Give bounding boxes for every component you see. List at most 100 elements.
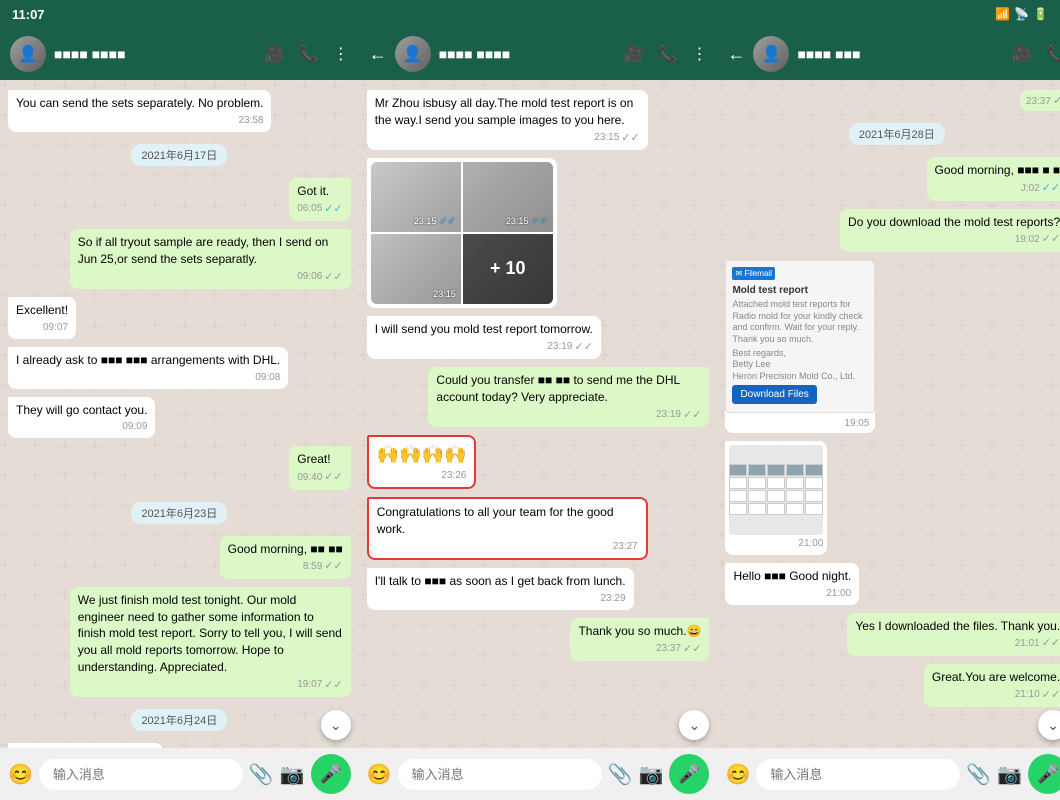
msg-row: Great! 09:40 ✓✓ <box>8 446 351 489</box>
photo-cell[interactable]: 23:15 <box>371 234 461 304</box>
msg-text: I already ask to ■■■ ■■■ arrangements wi… <box>16 353 280 367</box>
msg-row: 23:37✓ <box>725 90 1060 111</box>
bubble: Hello ■■■ Good night. 21:00 <box>725 563 859 605</box>
message-input-3[interactable] <box>756 759 960 790</box>
back-btn-3[interactable]: ← <box>727 44 745 65</box>
ss-cell <box>767 503 785 515</box>
video-call-icon-2[interactable]: 🎥 <box>624 44 644 64</box>
chat-header-3: ← 👤 ■■■■ ■■■ 🎥 📞 <box>717 28 1060 80</box>
ss-cell <box>767 477 785 489</box>
attach-icon-3[interactable]: 📎 <box>966 762 991 787</box>
status-icons: 📶 📡 🔋 <box>995 7 1048 21</box>
bubble: Excellent! 09:07 <box>8 297 76 339</box>
attach-icon[interactable]: 📎 <box>249 762 274 787</box>
call-icon-3[interactable]: 📞 <box>1046 44 1060 64</box>
battery-icon: 🔋 <box>1033 7 1048 21</box>
scroll-down-btn[interactable]: ⌄ <box>321 710 351 740</box>
msg-text: I'll talk to ■■■ as soon as I get back f… <box>375 574 626 588</box>
more-icon-2[interactable]: ⋮ <box>691 44 707 64</box>
msg-time: 09:08 <box>255 371 280 385</box>
msg-row: They will go contact you. 09:09 <box>8 397 351 439</box>
date-sep: 2021年6月24日 <box>8 709 351 731</box>
msg-time: 23:19 <box>547 340 572 354</box>
msg-row-photos: 23:15 ✓✓ 23:15 ✓✓ 23:15 + 10 <box>367 158 710 308</box>
filemail-preview[interactable]: ✉ Filemail Mold test report Attached mol… <box>725 260 875 413</box>
scroll-down-btn-3[interactable]: ⌄ <box>1038 710 1060 740</box>
bubble: You can send the sets separately. No pro… <box>8 90 271 132</box>
ss-grid <box>729 464 823 515</box>
ss-cell <box>748 477 766 489</box>
filemail-body: Mold test report Attached mold test repo… <box>732 284 868 406</box>
bubble: Thank you so much.😄 23:37 ✓✓ <box>570 618 709 661</box>
msg-row: Good morning, ■■ ■■ 8:59 ✓✓ <box>8 536 351 579</box>
msg-ticks: ✓✓ <box>324 202 342 217</box>
bubble: Got it. 06:05 ✓✓ <box>289 178 350 221</box>
msg-time: 23:37 <box>1026 95 1051 109</box>
msg-text: Excellent! <box>16 303 68 317</box>
camera-icon-2[interactable]: 📷 <box>639 762 664 787</box>
call-icon-2[interactable]: 📞 <box>658 44 678 64</box>
more-icon[interactable]: ⋮ <box>333 44 349 64</box>
msg-text: I will send you mold test report tomorro… <box>375 322 593 336</box>
back-btn-2[interactable]: ← <box>369 44 387 65</box>
call-icon[interactable]: 📞 <box>299 44 319 64</box>
msg-time: 21:00 <box>798 537 823 551</box>
msg-ticks: ✓✓ <box>324 270 342 285</box>
emoji-icon[interactable]: 😊 <box>8 762 33 787</box>
msg-row-highlighted: 🙌🙌🙌🙌 23:26 <box>367 435 710 489</box>
video-call-icon-3[interactable]: 🎥 <box>1012 44 1032 64</box>
spreadsheet-preview[interactable] <box>729 445 823 535</box>
attach-icon-2[interactable]: 📎 <box>608 762 633 787</box>
header-info-1: ■■■■ ■■■■ <box>54 46 257 62</box>
bubble: Great! 09:40 ✓✓ <box>289 446 350 489</box>
msg-time: 23:26 <box>441 469 466 483</box>
msg-text: Thank you so much.😄 <box>578 624 701 638</box>
msg-text: They will go contact you. <box>16 403 147 417</box>
photo-cell-more[interactable]: + 10 <box>463 234 553 304</box>
msg-row-filemail: ✉ Filemail Mold test report Attached mol… <box>725 260 1060 433</box>
msg-text: Could you transfer ■■ ■■ to send me the … <box>436 373 679 404</box>
msg-ticks: ✓✓ <box>324 678 342 693</box>
msg-row-spreadsheet: 21:00 <box>725 441 1060 555</box>
bubble: I'll talk to ■■■ as soon as I get back f… <box>367 568 634 610</box>
video-call-icon[interactable]: 🎥 <box>265 44 285 64</box>
status-time: 11:07 <box>12 7 45 22</box>
msg-time: 23:19 <box>656 408 681 422</box>
message-input-2[interactable] <box>398 759 602 790</box>
signal-icon: 📡 <box>1014 7 1029 21</box>
msg-text: Yes I downloaded the files. Thank you. <box>855 619 1060 633</box>
message-input-1[interactable] <box>39 759 243 790</box>
msg-ticks: ✓✓ <box>621 131 639 146</box>
bubble: Good morning, ■■ ■■ 8:59 ✓✓ <box>220 536 351 579</box>
msg-time: 8:59 <box>303 560 322 574</box>
ss-cell <box>786 464 804 476</box>
msg-ticks: ✓✓ <box>324 470 342 485</box>
msg-ticks: ✓✓ <box>324 559 342 574</box>
camera-icon-3[interactable]: 📷 <box>997 762 1022 787</box>
msg-ticks: ✓✓ <box>1042 181 1060 196</box>
header-icons-1: 🎥 📞 ⋮ <box>265 44 349 64</box>
msg-text: Mr Zhou isbusy all day.The mold test rep… <box>375 96 634 127</box>
ss-cell <box>786 490 804 502</box>
bubble: Could you transfer ■■ ■■ to send me the … <box>428 367 709 427</box>
camera-icon[interactable]: 📷 <box>280 762 305 787</box>
photo-bubble: 23:15 ✓✓ 23:15 ✓✓ 23:15 + 10 <box>367 158 557 308</box>
msg-text: Hello ■■■ Good night. <box>733 569 851 583</box>
emoji-icon-3[interactable]: 😊 <box>725 762 750 787</box>
mic-btn-1[interactable]: 🎤 <box>311 754 351 794</box>
msg-time: 09:40 <box>297 471 322 485</box>
photo-cell[interactable]: 23:15 ✓✓ <box>371 162 461 232</box>
bubble: 23:37✓ <box>1020 90 1060 111</box>
avatar-3: 👤 <box>753 36 789 72</box>
bubble: They will go contact you. 09:09 <box>8 397 155 439</box>
filemail-logo: ✉ Filemail <box>732 267 774 280</box>
mic-btn-3[interactable]: 🎤 <box>1028 754 1060 794</box>
ss-cell <box>786 477 804 489</box>
chat-body-2: Mr Zhou isbusy all day.The mold test rep… <box>359 80 718 748</box>
ss-cell <box>805 490 823 502</box>
photo-cell[interactable]: 23:15 ✓✓ <box>463 162 553 232</box>
download-btn[interactable]: Download Files <box>732 385 816 404</box>
header-icons-3: 🎥 📞 <box>1012 44 1060 64</box>
mic-btn-2[interactable]: 🎤 <box>669 754 709 794</box>
emoji-icon-2[interactable]: 😊 <box>367 762 392 787</box>
